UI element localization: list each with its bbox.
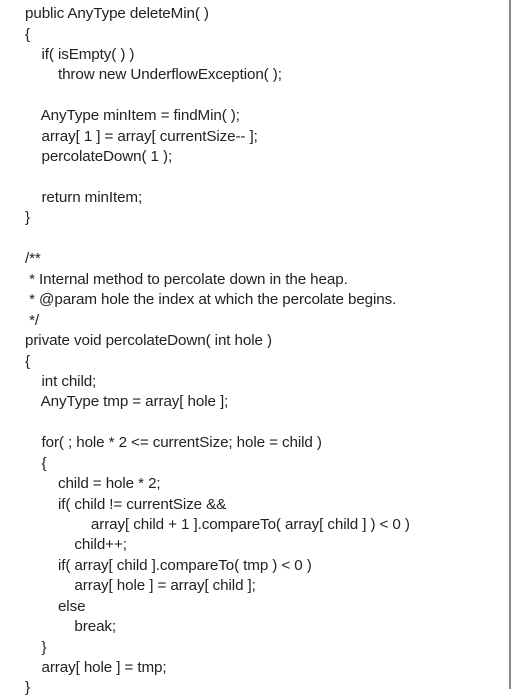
code-line: for( ; hole * 2 <= currentSize; hole = c…	[25, 434, 322, 451]
code-line: public AnyType deleteMin( )	[25, 5, 209, 22]
page-edge-rule	[509, 0, 511, 689]
code-line: private void percolateDown( int hole )	[25, 332, 272, 349]
code-line: return minItem;	[25, 189, 143, 206]
code-line: percolateDown( 1 );	[25, 148, 173, 165]
code-line: throw new UnderflowException( );	[25, 66, 282, 83]
code-line: AnyType tmp = array[ hole ];	[25, 393, 229, 410]
code-listing: public AnyType deleteMin( ) { if( isEmpt…	[0, 0, 512, 696]
code-line: }	[25, 679, 30, 696]
code-line: array[ hole ] = tmp;	[25, 659, 167, 676]
code-line: * @param hole the index at which the per…	[25, 291, 397, 308]
code-line: }	[25, 209, 30, 226]
